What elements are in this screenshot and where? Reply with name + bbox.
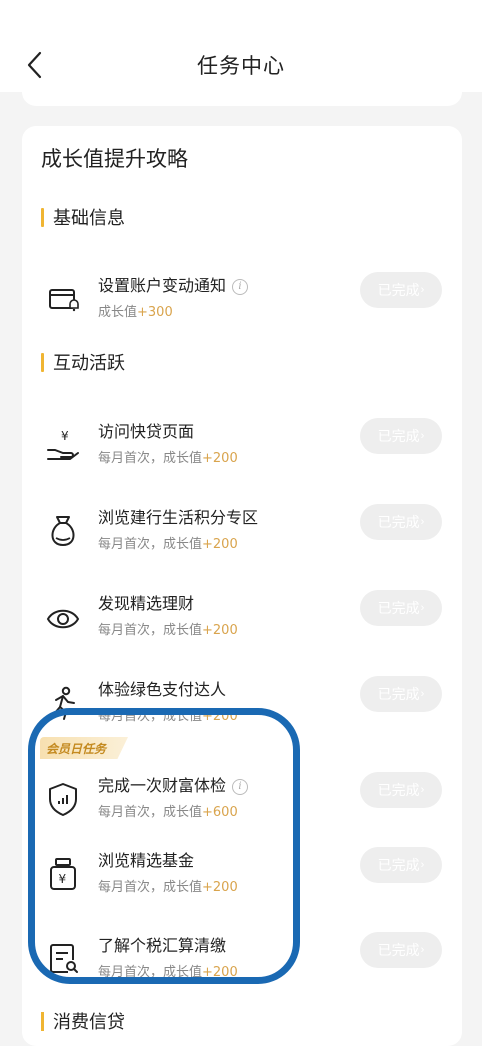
chevron-right-icon: › xyxy=(420,859,425,871)
money-bag-icon xyxy=(44,512,82,550)
card-title: 成长值提升攻略 xyxy=(41,147,188,171)
task-item-life-points: 浏览建行生活积分专区 每月首次，成长值+200 已完成 › xyxy=(40,500,450,560)
done-button[interactable]: 已完成 › xyxy=(360,772,442,808)
task-name: 发现精选理财 xyxy=(98,594,195,613)
vip-highlight-frame xyxy=(28,708,300,984)
task-name: 浏览建行生活积分专区 xyxy=(98,508,259,527)
app-header: 任务中心 xyxy=(0,0,482,92)
done-button[interactable]: 已完成 › xyxy=(360,676,442,712)
section-basic: 基础信息 xyxy=(41,206,125,229)
section-label: 消费信贷 xyxy=(53,1012,125,1033)
chevron-right-icon: › xyxy=(420,284,425,296)
done-button[interactable]: 已完成 › xyxy=(360,504,442,540)
section-accent-bar xyxy=(41,207,44,227)
task-item-quick-loan: ¥ 访问快贷页面 每月首次，成长值+200 已完成 › xyxy=(40,414,450,474)
task-name: 设置账户变动通知 i xyxy=(98,272,249,296)
top-card xyxy=(22,92,462,106)
chevron-right-icon: › xyxy=(420,430,425,442)
chevron-right-icon: › xyxy=(420,944,425,956)
task-item-wealth: 发现精选理财 每月首次，成长值+200 已完成 › xyxy=(40,586,450,646)
done-button[interactable]: 已完成 › xyxy=(360,418,442,454)
chevron-right-icon: › xyxy=(420,688,425,700)
card-bell-icon xyxy=(44,280,82,318)
task-name: 体验绿色支付达人 xyxy=(98,680,227,699)
task-reward: 每月首次，成长值+200 xyxy=(98,537,238,552)
eye-icon xyxy=(44,598,82,636)
hand-coin-icon: ¥ xyxy=(44,426,82,464)
section-label: 互动活跃 xyxy=(53,353,125,374)
chevron-right-icon: › xyxy=(420,784,425,796)
task-reward: 每月首次，成长值+200 xyxy=(98,451,238,466)
chevron-right-icon: › xyxy=(420,516,425,528)
section-accent-bar xyxy=(41,1011,44,1031)
section-accent-bar xyxy=(41,352,44,372)
task-item-account-notify: 设置账户变动通知 i 成长值+300 已完成 › xyxy=(40,268,450,328)
task-reward: 成长值+300 xyxy=(98,305,173,320)
svg-text:¥: ¥ xyxy=(61,429,69,443)
done-button[interactable]: 已完成 › xyxy=(360,590,442,626)
done-button[interactable]: 已完成 › xyxy=(360,932,442,968)
task-name: 访问快贷页面 xyxy=(98,422,195,441)
task-reward: 每月首次，成长值+200 xyxy=(98,623,238,638)
done-button[interactable]: 已完成 › xyxy=(360,272,442,308)
section-interactive: 互动活跃 xyxy=(41,351,125,374)
chevron-right-icon: › xyxy=(420,602,425,614)
page-title: 任务中心 xyxy=(197,54,285,78)
info-icon[interactable]: i xyxy=(232,278,249,295)
section-consume: 消费信贷 xyxy=(41,1010,125,1033)
done-button[interactable]: 已完成 › xyxy=(360,847,442,883)
section-label: 基础信息 xyxy=(53,208,125,229)
